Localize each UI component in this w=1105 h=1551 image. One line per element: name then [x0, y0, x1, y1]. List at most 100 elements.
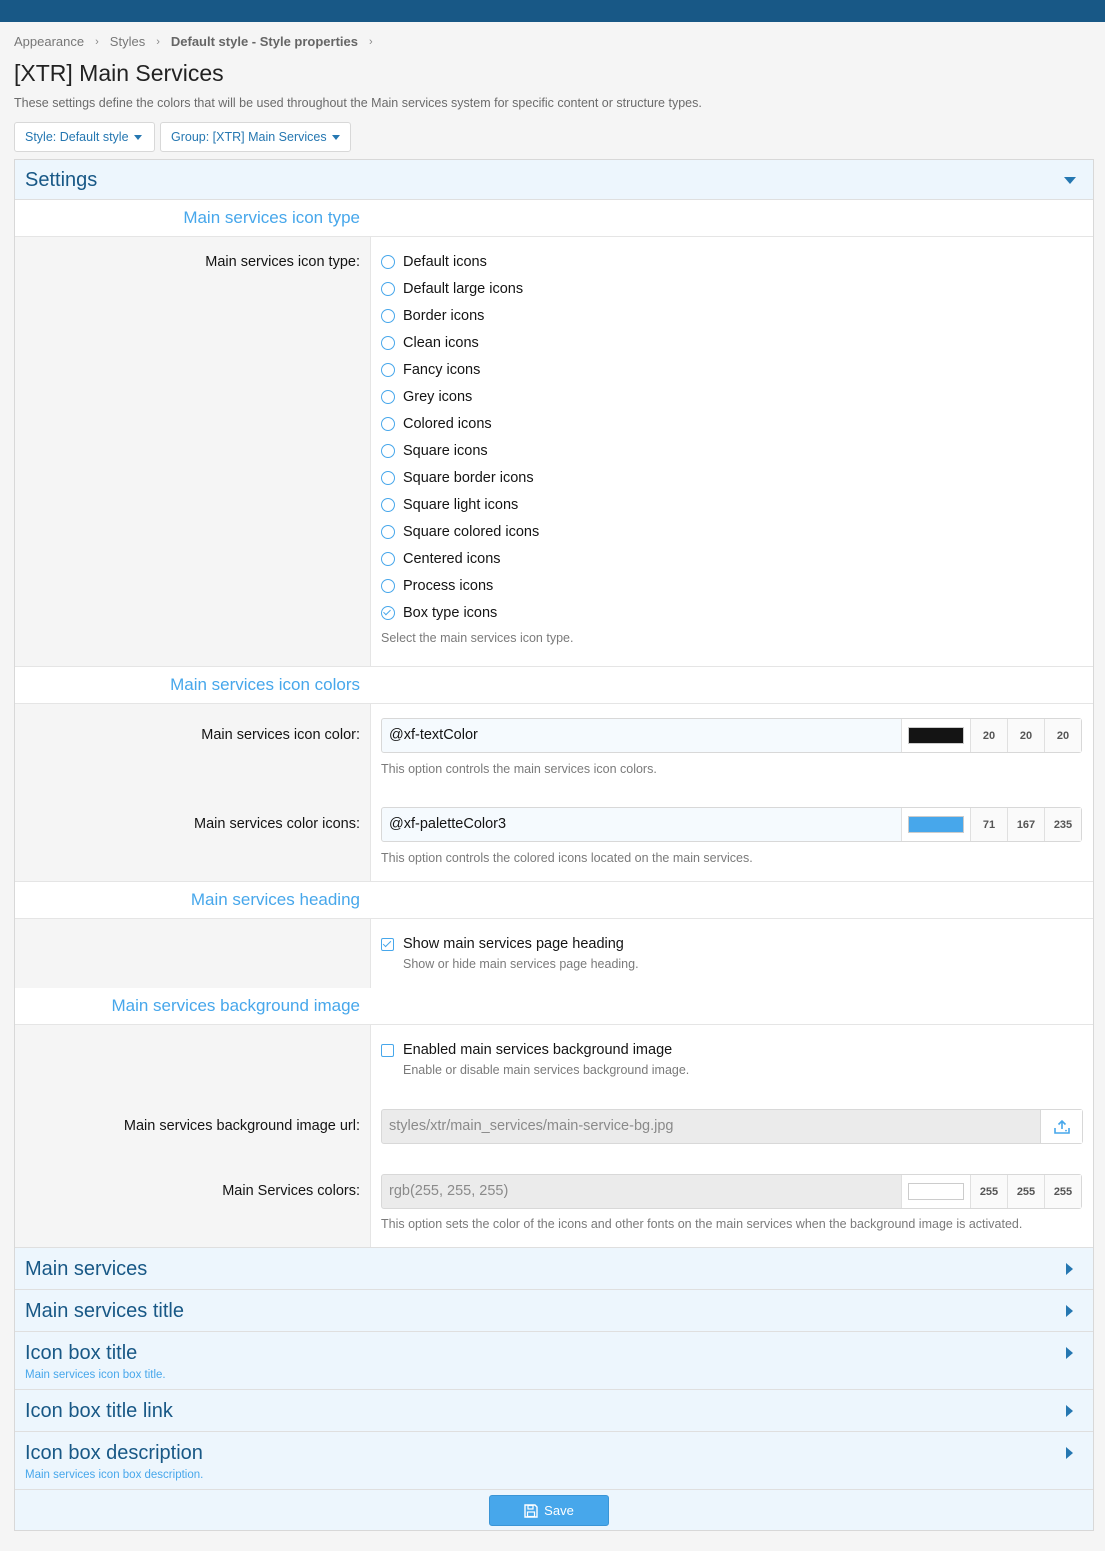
upload-button[interactable]	[1040, 1110, 1082, 1143]
group-title: Main services	[25, 1258, 148, 1280]
red-value: 20	[970, 719, 1007, 752]
icon-type-option[interactable]: Centered icons	[381, 549, 501, 569]
chevron-right-icon: ›	[156, 35, 160, 48]
radio-icon[interactable]	[381, 471, 395, 485]
icon-type-option-label: Grey icons	[403, 389, 473, 405]
icon-type-option-label: Box type icons	[403, 605, 498, 621]
checkbox-checked-icon[interactable]	[381, 937, 394, 951]
radio-icon[interactable]	[381, 390, 395, 404]
icon-type-label: Main services icon type:	[205, 254, 360, 270]
collapsed-main-services[interactable]: Main services	[15, 1247, 1093, 1289]
icon-type-option[interactable]: Border icons	[381, 306, 484, 326]
icon-type-option-label: Clean icons	[403, 335, 479, 351]
icon-type-option[interactable]: Clean icons	[381, 333, 479, 353]
section-title: Main services heading	[190, 890, 360, 909]
icon-type-option[interactable]: Process icons	[381, 576, 493, 596]
icon-color-value[interactable]: @xf-textColor	[382, 719, 901, 752]
icon-type-option[interactable]: Square border icons	[381, 468, 534, 488]
icon-color-input[interactable]: @xf-textColor 20 20 20	[381, 718, 1082, 753]
style-filter-button[interactable]: Style: Default style	[14, 122, 155, 152]
icon-color-label: Main services icon color:	[201, 727, 360, 743]
enable-bg-hint: Enable or disable main services backgrou…	[403, 1063, 690, 1077]
expand-triangle-icon[interactable]	[1066, 1347, 1073, 1359]
color-icons-hint: This option controls the colored icons l…	[381, 851, 753, 865]
color-icons-input[interactable]: @xf-paletteColor3 71 167 235	[381, 807, 1082, 842]
icon-type-option[interactable]: Grey icons	[381, 387, 472, 407]
bg-colors-input[interactable]: rgb(255, 255, 255) 255 255 255	[381, 1174, 1082, 1209]
show-heading-hint: Show or hide main services page heading.	[403, 957, 639, 971]
breadcrumb-styles[interactable]: Styles	[110, 34, 145, 49]
collapse-triangle-icon[interactable]	[1064, 177, 1076, 184]
collapsed-icon-box-description[interactable]: Icon box description Main services icon …	[15, 1431, 1093, 1489]
radio-icon[interactable]	[381, 309, 395, 323]
radio-icon[interactable]	[381, 336, 395, 350]
section-icon-colors: Main services icon colors	[15, 667, 1093, 704]
label-column	[15, 919, 371, 988]
expand-triangle-icon[interactable]	[1066, 1405, 1073, 1417]
collapsed-main-services-title[interactable]: Main services title	[15, 1289, 1093, 1331]
group-title: Icon box title	[25, 1342, 138, 1364]
radio-checked-icon[interactable]	[381, 606, 395, 620]
group-filter-button[interactable]: Group: [XTR] Main Services	[160, 122, 351, 152]
icon-type-option-label: Square border icons	[403, 470, 534, 486]
green-value: 20	[1007, 719, 1044, 752]
style-filter-label: Style: Default style	[25, 130, 129, 144]
settings-header[interactable]: Settings	[15, 160, 1093, 200]
icon-type-hint: Select the main services icon type.	[381, 631, 574, 645]
blue-value: 255	[1044, 1175, 1081, 1208]
icon-type-option-label: Square colored icons	[403, 524, 540, 540]
blue-value: 20	[1044, 719, 1081, 752]
icon-type-option[interactable]: Default icons	[381, 252, 487, 272]
green-value: 167	[1007, 808, 1044, 841]
breadcrumb-style-properties[interactable]: Default style - Style properties	[171, 34, 358, 49]
chevron-right-icon: ›	[95, 35, 99, 48]
bg-url-input[interactable]: styles/xtr/main_services/main-service-bg…	[381, 1109, 1083, 1144]
chevron-right-icon: ›	[369, 35, 373, 48]
bg-url-value[interactable]: styles/xtr/main_services/main-service-bg…	[382, 1110, 1040, 1143]
icon-type-option[interactable]: Square colored icons	[381, 522, 539, 542]
red-value: 71	[970, 808, 1007, 841]
icon-type-option[interactable]: Fancy icons	[381, 360, 480, 380]
icon-type-option[interactable]: Colored icons	[381, 414, 492, 434]
radio-icon[interactable]	[381, 498, 395, 512]
bg-colors-label: Main Services colors:	[222, 1183, 360, 1199]
row-heading: Show main services page heading Show or …	[15, 919, 1093, 989]
expand-triangle-icon[interactable]	[1066, 1305, 1073, 1317]
icon-type-option-label: Centered icons	[403, 551, 501, 567]
expand-triangle-icon[interactable]	[1066, 1263, 1073, 1275]
top-navbar	[0, 0, 1105, 22]
radio-icon[interactable]	[381, 255, 395, 269]
row-background: Enabled main services background image E…	[15, 1025, 1093, 1248]
icon-type-option[interactable]: Box type icons	[381, 603, 497, 623]
bg-colors-swatch-button[interactable]	[901, 1175, 970, 1208]
collapsed-icon-box-title-link[interactable]: Icon box title link	[15, 1389, 1093, 1431]
expand-triangle-icon[interactable]	[1066, 1447, 1073, 1459]
save-button[interactable]: Save	[489, 1495, 609, 1526]
icon-type-option-label: Square icons	[403, 443, 488, 459]
radio-icon[interactable]	[381, 552, 395, 566]
breadcrumb-appearance[interactable]: Appearance	[14, 34, 84, 49]
icon-color-swatch-button[interactable]	[901, 719, 970, 752]
checkbox-unchecked-icon[interactable]	[381, 1043, 394, 1057]
icon-type-option-label: Border icons	[403, 308, 485, 324]
enable-bg-checkbox[interactable]: Enabled main services background image	[381, 1042, 672, 1058]
row-icon-type: Main services icon type: Default icons De…	[15, 237, 1093, 667]
radio-icon[interactable]	[381, 579, 395, 593]
show-heading-checkbox[interactable]: Show main services page heading	[381, 936, 624, 952]
icon-type-option[interactable]: Square light icons	[381, 495, 518, 515]
icon-type-option[interactable]: Default large icons	[381, 279, 523, 299]
radio-icon[interactable]	[381, 525, 395, 539]
radio-icon[interactable]	[381, 417, 395, 431]
radio-icon[interactable]	[381, 444, 395, 458]
icon-type-option[interactable]: Square icons	[381, 441, 488, 461]
show-heading-label: Show main services page heading	[403, 936, 624, 952]
red-value: 255	[970, 1175, 1007, 1208]
color-icons-swatch-button[interactable]	[901, 808, 970, 841]
style-properties-panel: Settings Main services icon type Main se…	[14, 159, 1094, 1531]
bg-colors-value[interactable]: rgb(255, 255, 255)	[382, 1175, 901, 1208]
radio-icon[interactable]	[381, 282, 395, 296]
color-icons-value[interactable]: @xf-paletteColor3	[382, 808, 901, 841]
collapsed-icon-box-title[interactable]: Icon box title Main services icon box ti…	[15, 1331, 1093, 1389]
radio-icon[interactable]	[381, 363, 395, 377]
label-column	[15, 237, 371, 666]
